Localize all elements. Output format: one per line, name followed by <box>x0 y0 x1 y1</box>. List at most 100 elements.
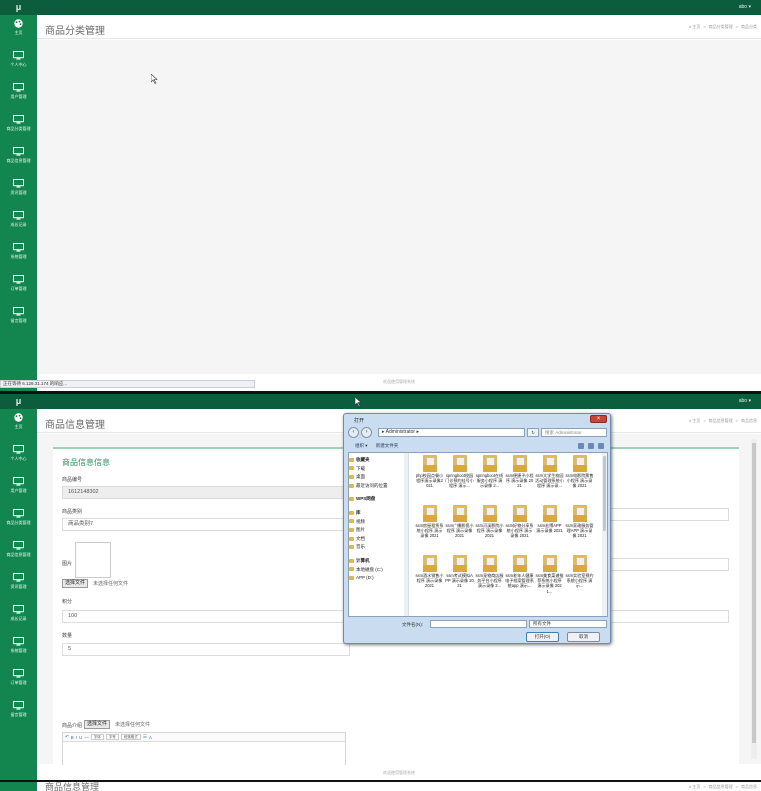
sidebar-item[interactable]: 商品信息管理 <box>0 541 37 569</box>
tree-item[interactable]: 计算机 <box>349 557 408 566</box>
tree-item[interactable]: 桌面 <box>349 473 408 482</box>
sidebar-item[interactable]: 商品分类管理 <box>0 509 37 537</box>
sidebar-item[interactable]: 订单管理 <box>0 669 37 697</box>
search-input[interactable]: 搜索 Administrator <box>541 428 607 437</box>
filename-input[interactable] <box>430 620 527 628</box>
tree-item[interactable]: 文档 <box>349 535 408 544</box>
choose-intro-file-button[interactable]: 选择文件 <box>84 720 111 729</box>
points-field[interactable]: 100 <box>62 610 350 623</box>
tree-item[interactable]: WPS网盘 <box>349 495 408 504</box>
file-item[interactable]: ssm实验室预约系统小程序 演示... <box>565 555 594 589</box>
font-size-select[interactable]: 字号 <box>105 734 119 740</box>
file-item[interactable]: ssm酒水销售小程序 演示录像 2021 <box>415 555 444 589</box>
folder-icon <box>482 505 497 522</box>
new-folder-button[interactable]: 新建文件夹 <box>376 443 399 448</box>
folder-icon <box>452 505 467 522</box>
tree-item[interactable]: 音乐 <box>349 543 408 552</box>
file-item[interactable]: ssm河溪影院小程序 演示录像 2021 <box>475 505 504 539</box>
tree-item[interactable]: 本地磁盘 (C:) <box>349 566 408 575</box>
file-scrollbar-thumb[interactable] <box>603 456 606 531</box>
sidebar-item[interactable]: 留言管理 <box>0 701 37 729</box>
file-scrollbar[interactable] <box>602 453 607 616</box>
sidebar-item[interactable]: 主页 <box>0 413 37 441</box>
open-button[interactable]: 打开(O) <box>526 632 559 642</box>
align-icon[interactable]: ☰ <box>143 734 147 740</box>
breadcrumb-home-link[interactable]: # 主页 <box>689 418 700 423</box>
tree-item-label: 文档 <box>356 535 365 541</box>
file-item[interactable]: ssm便捷子小程序 演示录像 2021 <box>505 455 534 489</box>
filetype-select[interactable]: 所有文件 <box>529 620 607 628</box>
page-scrollbar[interactable] <box>751 439 757 759</box>
tree-item[interactable]: 库 <box>349 509 408 518</box>
sidebar-item[interactable]: 成长记录 <box>0 211 37 239</box>
tree-item[interactable]: 收藏夹 <box>349 456 408 465</box>
file-item[interactable]: ssm宠物商店服务平台小程序 演示录像 2... <box>475 555 504 589</box>
sidebar-item[interactable]: 订单管理 <box>0 275 37 303</box>
choose-image-button[interactable]: 选择文件 <box>62 579 89 588</box>
file-item[interactable]: ssm广播影视小程序 演示录像 2021 <box>445 505 474 539</box>
file-item[interactable]: ssm大学生校园活动管理系统小程序 演示录... <box>535 455 564 489</box>
forward-icon[interactable]: › <box>361 427 372 438</box>
sidebar-item[interactable]: 留言管理 <box>0 307 37 335</box>
bold-icon[interactable]: B <box>71 735 74 740</box>
sidebar-item[interactable]: 系统管理 <box>0 243 37 271</box>
quantity-field[interactable]: 5 <box>62 643 350 656</box>
file-item[interactable]: springboot在线服务小程序 演示录像 2... <box>475 455 504 489</box>
file-item[interactable]: springboot校园门诊预约挂号小程序 演示... <box>445 455 474 489</box>
category-field[interactable]: 商品类别7 <box>62 518 350 531</box>
sidebar-item[interactable]: 商品分类管理 <box>0 115 37 143</box>
preview-pane-icon[interactable] <box>588 443 594 449</box>
view-mode-icon[interactable] <box>578 443 584 449</box>
italic-icon[interactable]: I <box>76 735 77 740</box>
file-item[interactable]: php校园点餐小程序演示录像2021 <box>415 455 444 489</box>
page-scrollbar-thumb[interactable] <box>752 443 756 743</box>
sidebar-item[interactable]: 用户管理 <box>0 83 37 111</box>
file-item[interactable]: ssm家政服务管理APP 演示录像 2021 <box>565 505 594 539</box>
sidebar-item[interactable]: 资讯管理 <box>0 573 37 601</box>
file-item[interactable]: ssm电影院票售小程序 演示录像 2021 <box>565 455 594 489</box>
sidebar-item[interactable]: 用户管理 <box>0 477 37 505</box>
breadcrumb-home-link[interactable]: # 主页 <box>689 784 700 789</box>
tree-item[interactable]: APP (D:) <box>349 574 408 583</box>
tree-item[interactable]: 最近访问的位置 <box>349 482 408 491</box>
sidebar-item[interactable]: 商品信息管理 <box>0 147 37 175</box>
sidebar-item[interactable]: 系统管理 <box>0 637 37 665</box>
undo-icon[interactable]: ↶ <box>65 734 69 740</box>
help-icon[interactable] <box>598 443 604 449</box>
address-bar[interactable]: ▸ Administrator ▸ <box>378 428 525 437</box>
organize-button[interactable]: 组织 ▾ <box>355 443 368 448</box>
sidebar-item-label: 个人中心 <box>10 62 27 67</box>
file-item[interactable]: ssm考试模拟APP 演示录像 2021 <box>445 555 474 589</box>
file-item[interactable]: ssm房屋租赁系统小程序 演示录像 2021 <box>415 505 444 539</box>
breadcrumb-section-link[interactable]: 商品分类管理 <box>709 24 733 29</box>
file-item[interactable]: ssm老年人健康电子档案管理系统app 演示... <box>505 555 534 589</box>
breadcrumb-section-link[interactable]: 商品信息管理 <box>709 784 733 789</box>
user-menu[interactable]: abo ▾ <box>739 0 751 15</box>
back-icon[interactable]: ‹ <box>348 427 359 438</box>
font-family-select[interactable]: 字体 <box>90 734 104 740</box>
tree-item[interactable]: 下载 <box>349 465 408 474</box>
refresh-icon[interactable]: ↻ <box>527 428 539 437</box>
tree-item[interactable]: 视频 <box>349 518 408 527</box>
breadcrumb-section-link[interactable]: 商品信息管理 <box>709 418 733 423</box>
breadcrumb-home-link[interactable]: # 主页 <box>689 24 700 29</box>
font-color-icon[interactable]: A <box>149 735 152 740</box>
sidebar-item[interactable]: 成长记录 <box>0 605 37 633</box>
file-item[interactable]: ssm好物分享系统小程序 演示录像 2021 <box>505 505 534 539</box>
close-icon[interactable]: × <box>590 415 607 423</box>
file-item[interactable]: ssm宏博APP 演示录像 2021 <box>535 505 564 533</box>
user-menu[interactable]: abo ▾ <box>739 394 751 409</box>
tree-item-label: 收藏夹 <box>356 457 370 462</box>
sidebar-item[interactable]: 个人中心 <box>0 445 37 473</box>
code-field[interactable]: 1612148302 <box>62 486 350 499</box>
sidebar-item[interactable]: 个人中心 <box>0 51 37 79</box>
tree-scrollbar[interactable] <box>404 453 408 616</box>
file-item[interactable]: ssm美食菜谱推荐系统小程序 演示录像 2021... <box>535 555 564 594</box>
underline-icon[interactable]: U <box>79 735 82 740</box>
tree-item[interactable]: 图片 <box>349 526 408 535</box>
cancel-button[interactable]: 取消 <box>567 632 600 642</box>
sidebar-item[interactable]: 资讯管理 <box>0 179 37 207</box>
paragraph-format-select[interactable]: 段落格式 <box>120 734 141 740</box>
sidebar-item[interactable]: 主页 <box>0 19 37 47</box>
hr-icon[interactable]: — <box>84 735 89 740</box>
